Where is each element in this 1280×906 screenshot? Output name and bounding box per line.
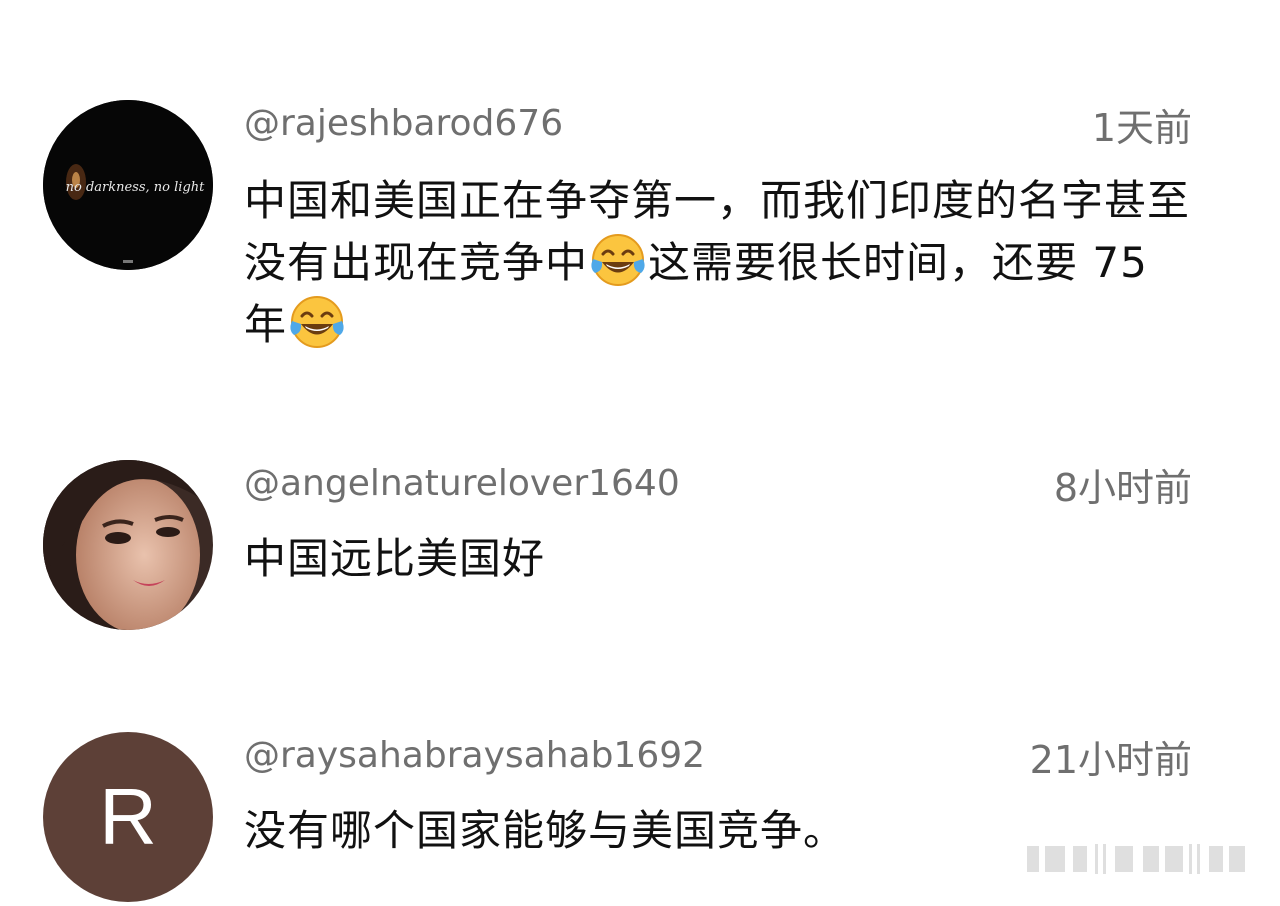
comment-author-handle[interactable]: @angelnaturelover1640 (244, 462, 680, 506)
avatar-image: no darkness, no light (43, 100, 213, 270)
avatar-caption: no darkness, no light (66, 180, 206, 195)
watermark (1027, 844, 1245, 874)
comment-author-handle[interactable]: @raysahabraysahab1692 (244, 734, 705, 778)
comment-timestamp: 8小时前 (1053, 466, 1192, 510)
avatar-image (43, 460, 213, 630)
comment-text: 中国和美国正在争夺第一，而我们印度的名字甚至没有出现在竞争中 这需要很长时间，还… (244, 170, 1194, 355)
avatar[interactable] (43, 460, 213, 630)
comment-timestamp: 21小时前 (1029, 738, 1192, 782)
avatar[interactable]: R (43, 732, 213, 902)
comment-timestamp: 1天前 (1091, 106, 1192, 150)
comment-author-handle[interactable]: @rajeshbarod676 (244, 102, 563, 146)
face-with-tears-of-joy-icon (591, 234, 645, 286)
comment-text: 中国远比美国好 (244, 534, 546, 583)
avatar[interactable]: no darkness, no light (43, 100, 213, 270)
face-with-tears-of-joy-icon (290, 296, 344, 348)
